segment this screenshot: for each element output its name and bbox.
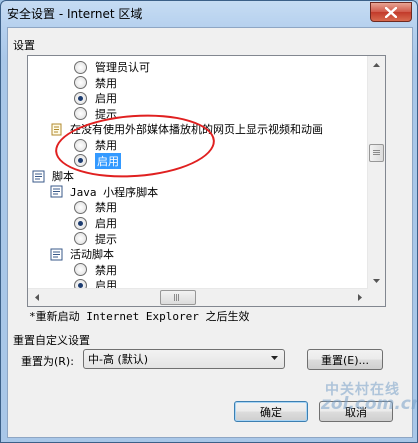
reset-button-label: 重置(E)... [320,353,370,367]
radio-unchecked-icon[interactable] [74,107,87,121]
reset-level-value: 中-高 (默认) [88,353,149,366]
settings-list[interactable]: 管理员认可 禁用 启用 提示 在没有使用外部媒体播放机的网页上显示视频和动画 禁用 启用 脚本… [27,55,386,307]
option-label: 禁用 [95,263,117,277]
reset-to-label: 重置为(R): [21,355,74,368]
settings-item-header: Java 小程序脚本 [50,184,158,200]
radio-option[interactable]: 启用 [74,152,121,169]
radio-checked-icon[interactable] [74,91,87,105]
radio-checked-icon[interactable] [74,216,87,230]
arrow-down-icon [373,278,380,283]
chevron-down-icon [271,356,278,360]
radio-option[interactable]: 禁用 [74,262,117,278]
vertical-scrollbar[interactable] [367,56,385,289]
security-settings-window: 安全设置 - Internet 区域 设置 管理员认可 禁用 启用 提示 在没有使用外部… [0,0,418,443]
radio-unchecked-icon[interactable] [74,76,87,90]
close-button[interactable] [370,2,412,22]
ok-button-label: 确定 [260,405,282,419]
restart-note: *重新启动 Internet Explorer 之后生效 [29,310,250,323]
arrow-up-icon [373,62,380,67]
radio-unchecked-icon[interactable] [74,200,87,214]
option-label: 在没有使用外部媒体播放机的网页上显示视频和动画 [70,123,323,137]
radio-unchecked-icon[interactable] [74,60,87,74]
radio-checked-icon[interactable] [74,154,87,168]
radio-unchecked-icon[interactable] [74,232,87,246]
setting-page-icon [50,248,63,261]
option-label: 启用 [95,92,117,106]
close-icon [385,6,397,18]
title-bar[interactable]: 安全设置 - Internet 区域 [1,1,417,25]
option-label: Java 小程序脚本 [70,185,159,199]
horizontal-scrollbar[interactable] [28,288,368,306]
option-label: 禁用 [95,201,117,215]
scroll-left-button[interactable] [28,289,45,306]
option-label: 启用 [95,152,121,169]
radio-unchecked-icon[interactable] [74,263,87,277]
option-label: 活动脚本 [70,248,114,262]
option-label: 提示 [95,107,117,121]
radio-option[interactable]: 禁用 [74,199,117,215]
option-label: 禁用 [95,76,117,90]
settings-group-label: 设置 [13,39,35,52]
radio-option[interactable]: 启用 [74,215,117,231]
option-label: 禁用 [95,139,117,152]
arrow-right-icon [357,294,362,301]
vertical-scroll-thumb[interactable] [369,144,384,162]
radio-option[interactable]: 禁用 [74,137,117,153]
script-group-icon [32,170,45,183]
radio-option[interactable]: 启用 [74,90,117,106]
arrow-left-icon [34,294,39,301]
window-title: 安全设置 - Internet 区域 [7,7,143,21]
scrollbar-corner [368,289,385,306]
reset-group-label: 重置自定义设置 [13,334,90,347]
option-label: 脚本 [52,170,74,184]
cancel-button-label: 取消 [345,405,367,419]
settings-item-header: 活动脚本 [50,246,114,262]
reset-level-select[interactable]: 中-高 (默认) [83,349,285,369]
scroll-down-button[interactable] [368,272,385,289]
settings-item-header: 在没有使用外部媒体播放机的网页上显示视频和动画 [50,121,323,137]
radio-option[interactable]: 提示 [74,106,117,122]
ok-button[interactable]: 确定 [234,401,308,422]
reset-button[interactable]: 重置(E)... [307,349,383,370]
scroll-right-button[interactable] [351,289,368,306]
radio-unchecked-icon[interactable] [74,138,87,152]
radio-option[interactable]: 提示 [74,231,117,247]
cancel-button[interactable]: 取消 [319,401,393,422]
scroll-up-button[interactable] [368,56,385,73]
option-label: 管理员认可 [95,61,150,74]
radio-option[interactable]: 禁用 [74,75,117,91]
horizontal-scroll-thumb[interactable] [160,290,196,305]
setting-page-icon [51,123,62,136]
option-label: 提示 [95,232,117,246]
option-label: 启用 [95,217,117,230]
radio-option[interactable]: 管理员认可 [74,59,150,75]
setting-page-icon [50,185,63,198]
settings-group-header: 脚本 [32,168,74,184]
